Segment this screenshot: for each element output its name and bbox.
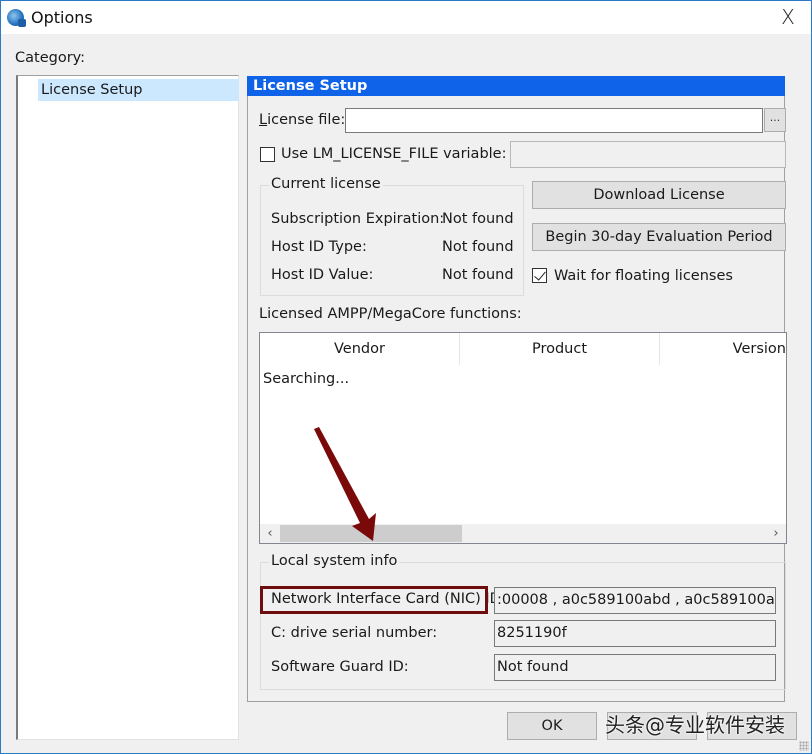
browse-button[interactable]: ... — [764, 108, 786, 132]
drive-serial-value[interactable]: 8251190f — [494, 620, 776, 647]
panel-header: License Setup — [247, 76, 785, 96]
help-button[interactable] — [707, 712, 797, 740]
searching-status: Searching... — [263, 371, 350, 387]
options-dialog: Options X Category: License Setup Licens… — [0, 0, 812, 754]
begin-evaluation-button[interactable]: Begin 30-day Evaluation Period — [532, 223, 786, 251]
current-license-group: Current license Subscription Expiration:… — [260, 176, 524, 296]
host-id-type-label: Host ID Type: — [271, 239, 367, 255]
scrollbar-thumb[interactable] — [280, 525, 462, 542]
ok-button[interactable]: OK — [507, 712, 597, 740]
scroll-right-arrow[interactable]: › — [766, 524, 786, 543]
local-system-info-group: Local system info Network Interface Card… — [260, 553, 786, 690]
close-button[interactable]: X — [765, 1, 811, 34]
license-file-label-text: icense file: — [267, 112, 346, 128]
licensed-functions-table[interactable]: Vendor Product Version Searching... ‹ › — [259, 332, 787, 544]
license-file-mnemonic: L — [259, 112, 268, 128]
horizontal-scrollbar[interactable]: ‹ › — [260, 524, 786, 543]
cancel-button[interactable] — [607, 712, 697, 740]
licensed-functions-label: Licensed AMPP/MegaCore functions: — [259, 306, 522, 322]
wait-floating-checkbox[interactable] — [532, 268, 547, 283]
license-file-input[interactable] — [345, 108, 763, 133]
current-license-title: Current license — [269, 176, 383, 192]
host-id-type-value: Not found — [442, 239, 514, 255]
lm-license-input[interactable] — [510, 141, 786, 168]
scroll-left-arrow[interactable]: ‹ — [260, 524, 280, 543]
nic-highlight-box — [260, 586, 488, 614]
local-system-info-title: Local system info — [269, 553, 400, 569]
column-header-version[interactable]: Version — [660, 333, 786, 365]
wait-floating-label: Wait for floating licenses — [554, 268, 733, 284]
use-lm-license-checkbox[interactable] — [260, 147, 275, 162]
window-title: Options — [31, 8, 93, 27]
resize-grip-icon[interactable] — [799, 741, 809, 751]
category-tree[interactable]: License Setup — [16, 75, 239, 740]
drive-serial-label: C: drive serial number: — [271, 625, 438, 641]
column-header-vendor[interactable]: Vendor — [260, 333, 460, 365]
software-guard-label: Software Guard ID: — [271, 659, 409, 675]
host-id-value-value: Not found — [442, 267, 514, 283]
use-lm-license-label: Use LM_LICENSE_FILE variable: — [281, 146, 507, 162]
column-header-product[interactable]: Product — [460, 333, 660, 365]
download-license-button[interactable]: Download License — [532, 181, 786, 209]
subscription-expiration-value: Not found — [442, 211, 514, 227]
nic-id-value[interactable]: :00008 , a0c589100abd , a0c589100ac1 — [494, 587, 776, 614]
software-guard-value[interactable]: Not found — [494, 654, 776, 681]
category-item-license-setup[interactable]: License Setup — [38, 79, 239, 101]
app-icon — [7, 9, 26, 27]
title-bar: Options X — [1, 1, 811, 34]
category-label: Category: — [15, 50, 86, 66]
license-file-label: License file: — [259, 112, 345, 128]
host-id-value-label: Host ID Value: — [271, 267, 374, 283]
subscription-expiration-label: Subscription Expiration: — [271, 211, 445, 227]
